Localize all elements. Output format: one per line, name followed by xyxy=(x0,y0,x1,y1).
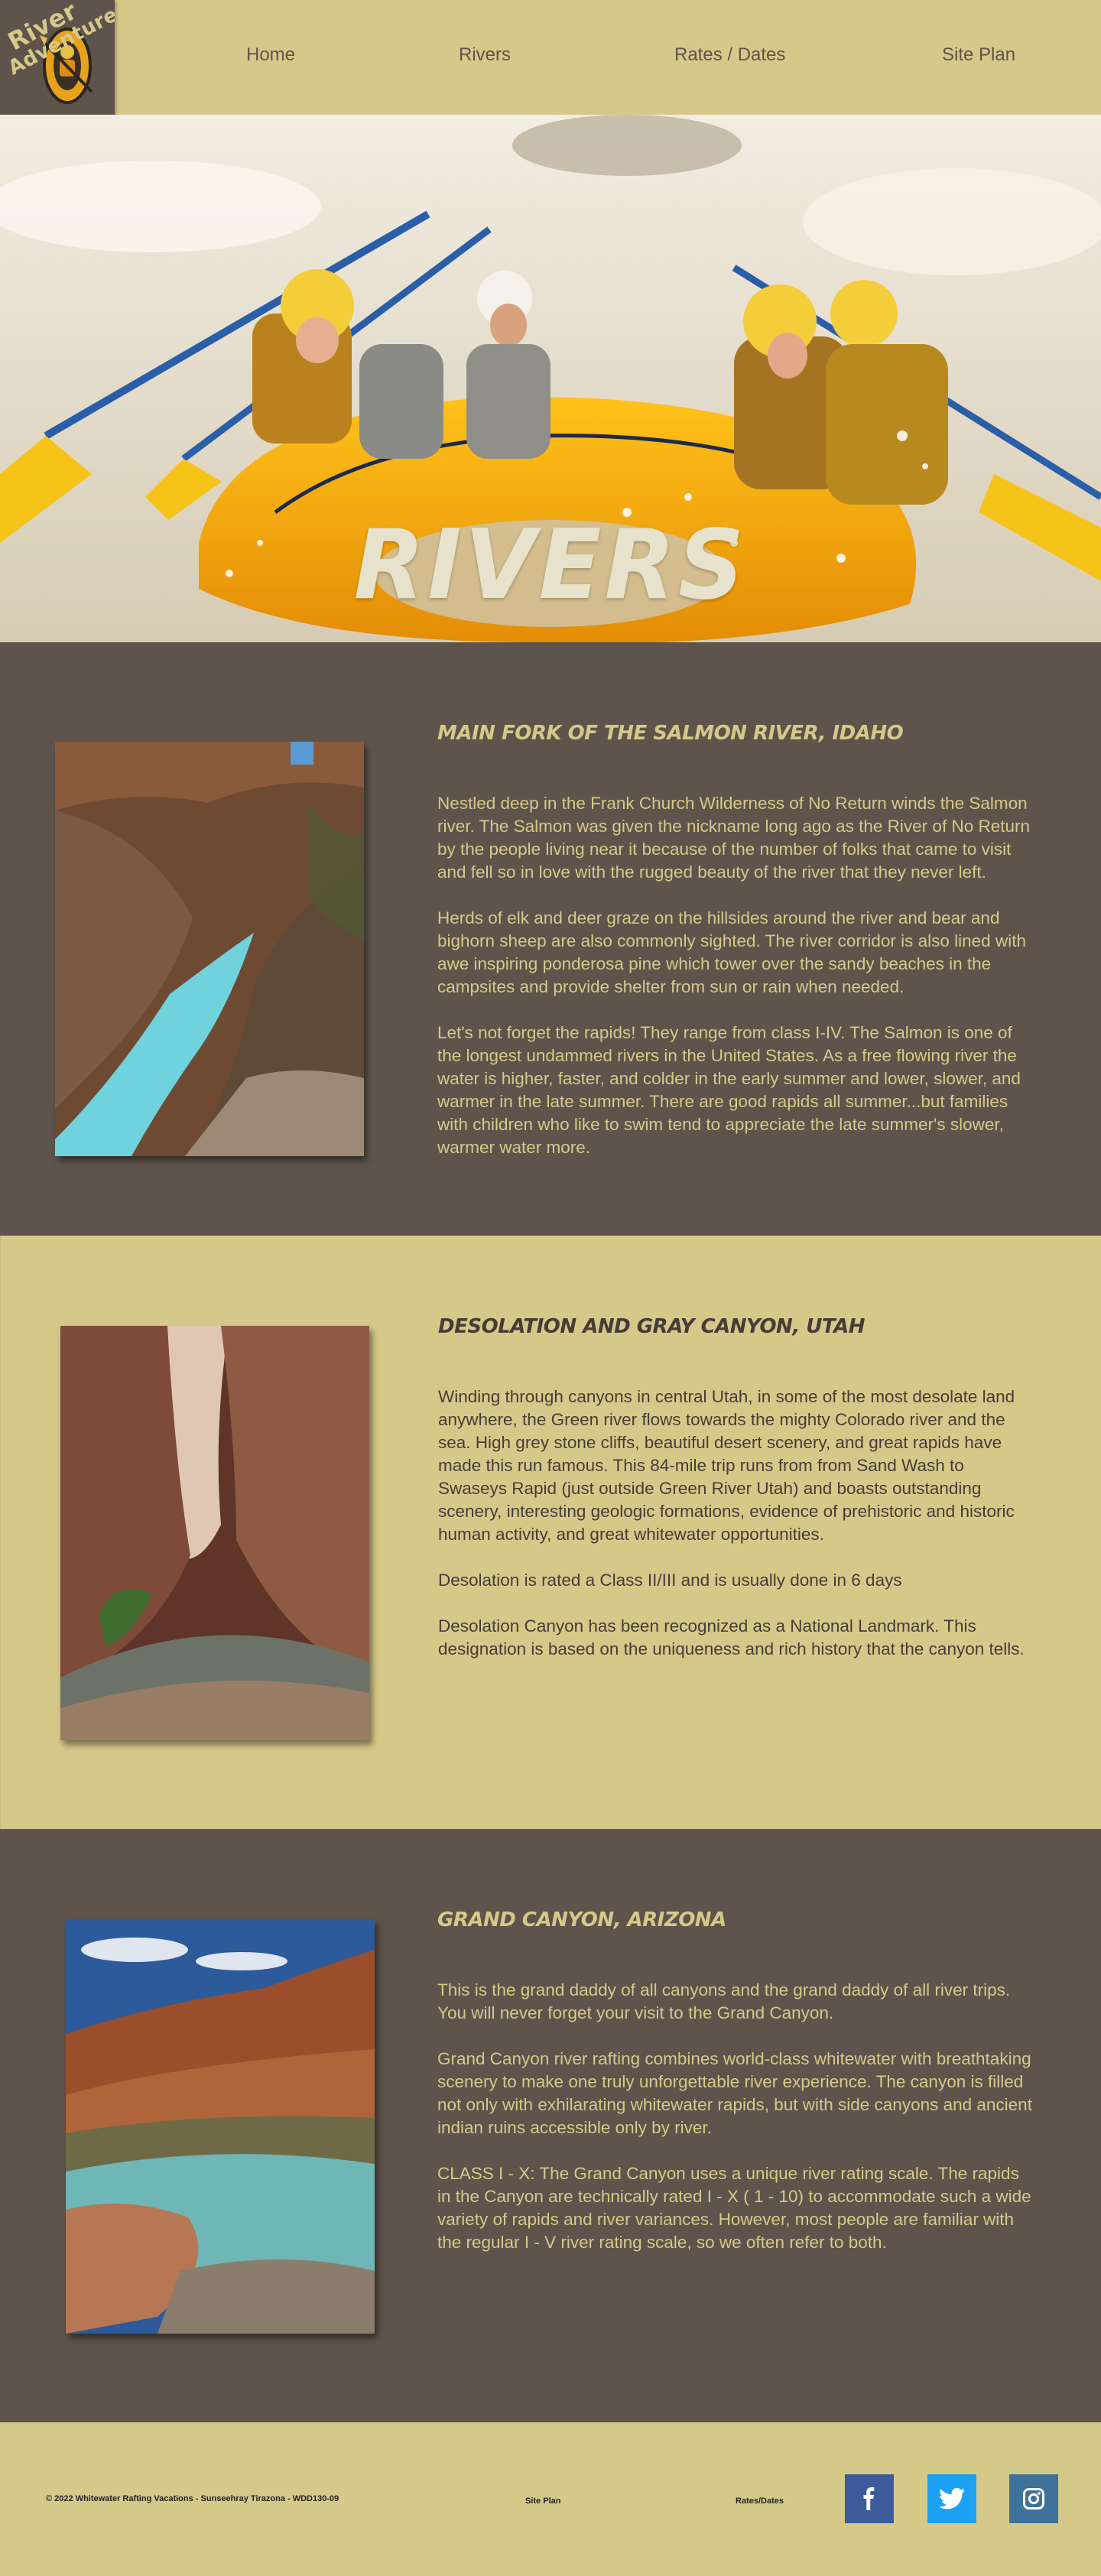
river-photo xyxy=(66,1919,375,2334)
copyright-text: © 2022 Whitewater Rafting Vacations - Su… xyxy=(46,2494,339,2503)
river-photo xyxy=(55,742,364,1156)
nav-rates-dates[interactable]: Rates / Dates xyxy=(674,44,785,66)
river-paragraph: Let's not forget the rapids! They range … xyxy=(437,1023,1021,1157)
river-paragraph: Desolation Canyon has been recognized as… xyxy=(438,1616,1025,1658)
slot-canyon-photo xyxy=(60,1326,369,1740)
river-paragraph: Desolation is rated a Class II/III and i… xyxy=(438,1571,902,1590)
site-header: River Adventures Home Rivers Rates / Dat… xyxy=(0,0,1101,115)
turquoise-river-canyon-photo xyxy=(55,742,364,1156)
river-photo xyxy=(60,1326,369,1740)
river-paragraph: Herds of elk and deer graze on the hills… xyxy=(437,908,1026,996)
river-description: Nestled deep in the Frank Church Wildern… xyxy=(437,792,1034,1182)
twitter-button[interactable] xyxy=(927,2474,976,2523)
facebook-button[interactable] xyxy=(845,2474,894,2523)
river-paragraph: CLASS I - X: The Grand Canyon uses a uni… xyxy=(437,2164,1031,2252)
main-nav: Home Rivers Rates / Dates Site Plan xyxy=(0,0,1101,115)
nav-site-plan[interactable]: Site Plan xyxy=(942,44,1015,66)
river-section-desolation: Desolation and Gray Canyon, Utah Winding… xyxy=(0,1236,1101,1829)
river-paragraph: Grand Canyon river rafting combines worl… xyxy=(437,2049,1032,2137)
river-title: Main Fork of the Salmon River, Idaho xyxy=(437,722,904,745)
nav-home[interactable]: Home xyxy=(246,44,295,66)
grand-canyon-river-photo xyxy=(66,1919,375,2334)
footer-rates-dates-link[interactable]: Rates/Dates xyxy=(736,2496,784,2506)
twitter-icon xyxy=(939,2487,965,2509)
river-title: Desolation and Gray Canyon, Utah xyxy=(438,1315,865,1338)
instagram-icon xyxy=(1023,2488,1044,2509)
page-title: RIVERS xyxy=(353,509,748,622)
site-footer: © 2022 Whitewater Rafting Vacations - Su… xyxy=(0,2422,1101,2576)
footer-site-plan-link[interactable]: Site Plan xyxy=(525,2496,560,2506)
river-paragraph: This is the grand daddy of all canyons a… xyxy=(437,1980,1011,2022)
river-title: Grand Canyon, Arizona xyxy=(437,1908,726,1931)
river-description: Winding through canyons in central Utah,… xyxy=(438,1385,1034,1684)
river-section-salmon: Main Fork of the Salmon River, Idaho Nes… xyxy=(0,642,1101,1236)
river-description: This is the grand daddy of all canyons a… xyxy=(437,1979,1034,2277)
nav-rivers[interactable]: Rivers xyxy=(459,44,511,66)
river-section-grand-canyon: Grand Canyon, Arizona This is the grand … xyxy=(0,1829,1101,2422)
river-paragraph: Winding through canyons in central Utah,… xyxy=(438,1387,1015,1544)
hero-banner: RIVERS xyxy=(0,115,1101,642)
river-paragraph: Nestled deep in the Frank Church Wildern… xyxy=(437,794,1030,882)
facebook-icon xyxy=(863,2487,875,2510)
instagram-button[interactable] xyxy=(1009,2474,1058,2523)
